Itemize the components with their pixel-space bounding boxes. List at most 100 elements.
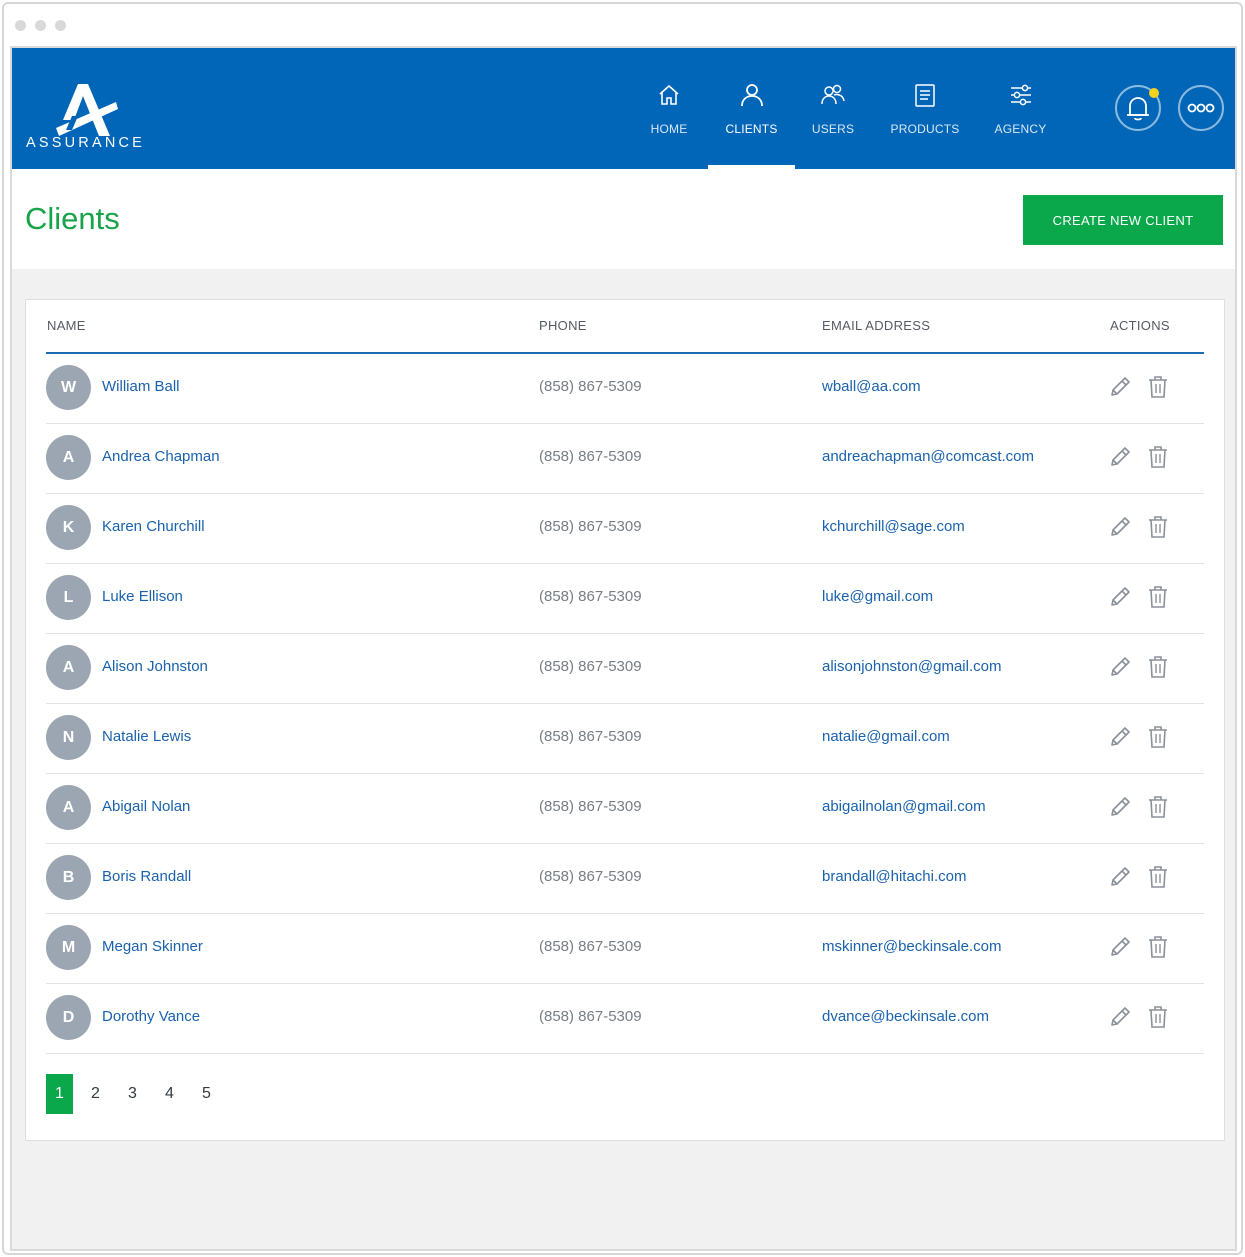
- edit-icon[interactable]: [1108, 655, 1132, 679]
- window-maximize-dot[interactable]: [55, 20, 66, 31]
- page-4-button[interactable]: 4: [156, 1074, 183, 1114]
- edit-icon[interactable]: [1108, 585, 1132, 609]
- trash-icon[interactable]: [1146, 1004, 1170, 1030]
- nav-item-agency[interactable]: AGENCY: [978, 48, 1063, 169]
- client-email-link[interactable]: dvance@beckinsale.com: [822, 1008, 989, 1025]
- client-name-link[interactable]: Megan Skinner: [102, 938, 203, 955]
- page-2-button[interactable]: 2: [82, 1074, 109, 1114]
- more-menu-button[interactable]: [1178, 85, 1224, 131]
- edit-icon[interactable]: [1108, 515, 1132, 539]
- trash-icon[interactable]: [1146, 584, 1170, 610]
- home-icon: [659, 84, 679, 105]
- avatar[interactable]: N: [46, 715, 91, 760]
- avatar[interactable]: A: [46, 645, 91, 690]
- client-email-link[interactable]: wball@aa.com: [822, 378, 921, 395]
- avatar[interactable]: B: [46, 855, 91, 900]
- client-email-link[interactable]: natalie@gmail.com: [822, 728, 950, 745]
- client-name-link[interactable]: Luke Ellison: [102, 588, 183, 605]
- nav-item-clients[interactable]: CLIENTS: [708, 48, 795, 169]
- trash-icon[interactable]: [1146, 934, 1170, 960]
- avatar[interactable]: M: [46, 925, 91, 970]
- client-email-link[interactable]: andreachapman@comcast.com: [822, 448, 1034, 465]
- table-row: A Andrea Chapman (858) 867-5309 andreachapm…: [46, 424, 1204, 494]
- avatar[interactable]: A: [46, 785, 91, 830]
- top-navbar: ASSURANCE HOME CLIENTS USERS PRODUCTS AGENCY: [12, 48, 1235, 169]
- column-header-phone[interactable]: PHONE: [539, 318, 587, 333]
- table-row: A Abigail Nolan (858) 867-5309 abigailnolan…: [46, 774, 1204, 844]
- avatar[interactable]: W: [46, 365, 91, 410]
- client-email-link[interactable]: mskinner@beckinsale.com: [822, 938, 1001, 955]
- client-name-link[interactable]: Boris Randall: [102, 868, 191, 885]
- edit-icon[interactable]: [1108, 795, 1132, 819]
- nav-label: HOME: [650, 122, 688, 136]
- nav-item-users[interactable]: USERS: [794, 48, 872, 169]
- table-row: D Dorothy Vance (858) 867-5309 dvance@becki…: [46, 984, 1204, 1054]
- client-name-link[interactable]: Karen Churchill: [102, 518, 205, 535]
- table-row: W William Ball (858) 867-5309 wball@aa.com: [46, 354, 1204, 424]
- sliders-icon: [1010, 84, 1031, 106]
- table-row: K Karen Churchill (858) 867-5309 kchurchill…: [46, 494, 1204, 564]
- edit-icon[interactable]: [1108, 725, 1132, 749]
- avatar[interactable]: A: [46, 435, 91, 480]
- table-row: M Megan Skinner (858) 867-5309 mskinner@bec…: [46, 914, 1204, 984]
- notification-badge: [1149, 88, 1159, 98]
- client-name-link[interactable]: Alison Johnston: [102, 658, 208, 675]
- nav-item-products[interactable]: PRODUCTS: [875, 48, 975, 169]
- client-phone: (858) 867-5309: [539, 518, 642, 535]
- edit-icon[interactable]: [1108, 445, 1132, 469]
- nav-label: USERS: [811, 122, 855, 136]
- trash-icon[interactable]: [1146, 514, 1170, 540]
- clients-table-card: NAME PHONE EMAIL ADDRESS ACTIONS W Willia…: [25, 299, 1225, 1141]
- table-row: L Luke Ellison (858) 867-5309 luke@gmail.co…: [46, 564, 1204, 634]
- logo-text: ASSURANCE: [26, 135, 146, 151]
- edit-icon[interactable]: [1108, 935, 1132, 959]
- window-minimize-dot[interactable]: [35, 20, 46, 31]
- nav-item-home[interactable]: HOME: [627, 48, 711, 169]
- window-close-dot[interactable]: [15, 20, 26, 31]
- create-new-client-button[interactable]: CREATE NEW CLIENT: [1023, 195, 1223, 245]
- page-5-button[interactable]: 5: [193, 1074, 220, 1114]
- table-row: N Natalie Lewis (858) 867-5309 natalie@gmai…: [46, 704, 1204, 774]
- client-name-link[interactable]: Abigail Nolan: [102, 798, 190, 815]
- trash-icon[interactable]: [1146, 864, 1170, 890]
- avatar[interactable]: D: [46, 995, 91, 1040]
- client-name-link[interactable]: Andrea Chapman: [102, 448, 220, 465]
- document-icon: [915, 84, 935, 107]
- client-email-link[interactable]: abigailnolan@gmail.com: [822, 798, 986, 815]
- table-row: A Alison Johnston (858) 867-5309 alisonjohn…: [46, 634, 1204, 704]
- trash-icon[interactable]: [1146, 374, 1170, 400]
- trash-icon[interactable]: [1146, 794, 1170, 820]
- client-phone: (858) 867-5309: [539, 378, 642, 395]
- avatar[interactable]: K: [46, 505, 91, 550]
- avatar[interactable]: L: [46, 575, 91, 620]
- user-icon: [740, 84, 763, 107]
- page-1-button[interactable]: 1: [46, 1074, 73, 1114]
- column-header-actions: ACTIONS: [1110, 318, 1170, 333]
- trash-icon[interactable]: [1146, 654, 1170, 680]
- page-title: Clients: [25, 201, 120, 236]
- more-icon: [1187, 103, 1215, 113]
- nav-label: PRODUCTS: [890, 122, 960, 136]
- edit-icon[interactable]: [1108, 375, 1132, 399]
- client-email-link[interactable]: luke@gmail.com: [822, 588, 933, 605]
- edit-icon[interactable]: [1108, 865, 1132, 889]
- column-header-email[interactable]: EMAIL ADDRESS: [822, 318, 930, 333]
- column-header-name[interactable]: NAME: [47, 318, 86, 333]
- table-row: B Boris Randall (858) 867-5309 brandall@hit…: [46, 844, 1204, 914]
- client-phone: (858) 867-5309: [539, 658, 642, 675]
- client-name-link[interactable]: Dorothy Vance: [102, 1008, 200, 1025]
- page-3-button[interactable]: 3: [119, 1074, 146, 1114]
- edit-icon[interactable]: [1108, 1005, 1132, 1029]
- browser-window: ASSURANCE HOME CLIENTS USERS PRODUCTS AGENCY: [2, 2, 1243, 1255]
- trash-icon[interactable]: [1146, 444, 1170, 470]
- client-email-link[interactable]: alisonjohnston@gmail.com: [822, 658, 1001, 675]
- client-email-link[interactable]: kchurchill@sage.com: [822, 518, 965, 535]
- client-name-link[interactable]: Natalie Lewis: [102, 728, 191, 745]
- nav-label: AGENCY: [994, 122, 1047, 136]
- client-phone: (858) 867-5309: [539, 728, 642, 745]
- trash-icon[interactable]: [1146, 724, 1170, 750]
- nav-label: CLIENTS: [725, 122, 778, 136]
- client-email-link[interactable]: brandall@hitachi.com: [822, 868, 966, 885]
- client-phone: (858) 867-5309: [539, 1008, 642, 1025]
- client-name-link[interactable]: William Ball: [102, 378, 180, 395]
